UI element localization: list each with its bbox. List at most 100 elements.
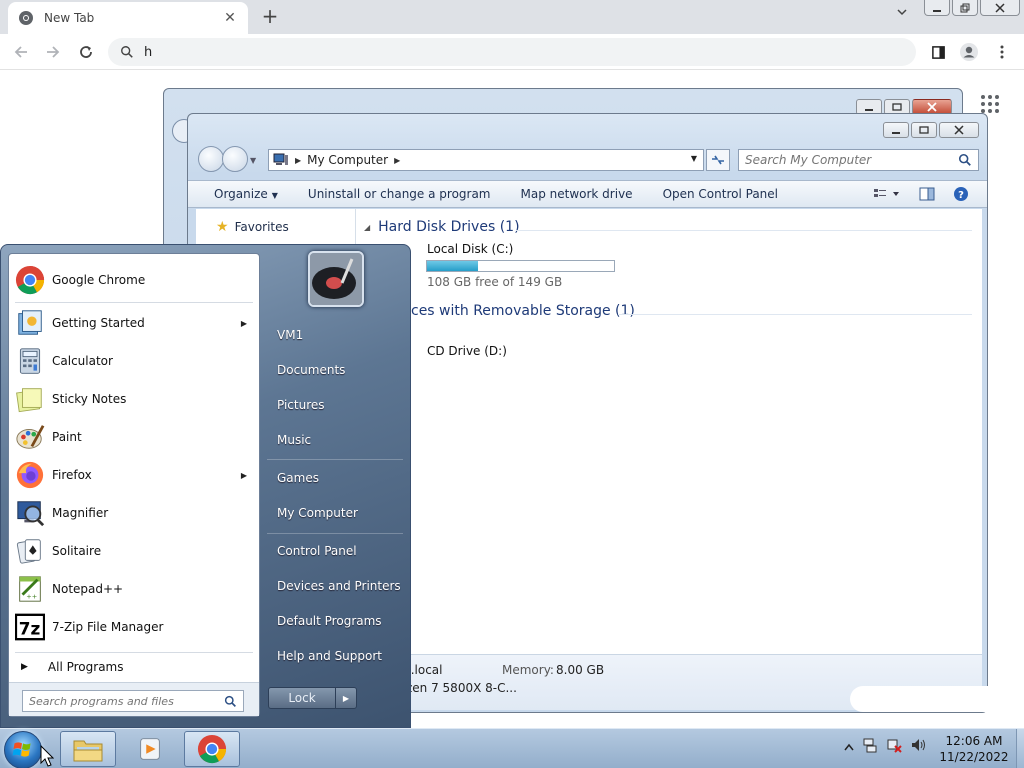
start-link-help-and-support[interactable]: Help and Support xyxy=(277,649,382,663)
profile-button[interactable] xyxy=(959,42,979,62)
tab-new-tab[interactable]: New Tab ✕ xyxy=(8,2,248,34)
all-programs-button[interactable]: ▶ All Programs xyxy=(21,660,124,674)
taskbar-clock[interactable]: 12:06 AM 11/22/2022 xyxy=(934,733,1014,765)
explorer-refresh-button[interactable] xyxy=(706,149,730,171)
start-link-devices-and-printers[interactable]: Devices and Printers xyxy=(277,579,401,593)
new-tab-button[interactable]: + xyxy=(258,4,282,28)
breadcrumb-my-computer[interactable]: My Computer xyxy=(307,153,388,167)
program-firefox[interactable]: Firefox ▶ xyxy=(9,457,259,493)
details-memory-label: Memory: xyxy=(502,663,554,677)
show-desktop-button[interactable] xyxy=(1016,729,1024,768)
user-picture[interactable] xyxy=(308,251,364,307)
program-7-zip[interactable]: 7z 7-Zip File Manager xyxy=(9,609,259,645)
program-getting-started[interactable]: Getting Started ▶ xyxy=(9,305,259,341)
close-button[interactable] xyxy=(980,0,1020,16)
kebab-menu-icon xyxy=(1000,45,1004,59)
group-header-hard-disk[interactable]: ◢ Hard Disk Drives (1) xyxy=(364,219,520,235)
help-icon: ? xyxy=(954,187,968,201)
chrome-icon xyxy=(197,734,227,764)
program-paint[interactable]: Paint xyxy=(9,419,259,455)
reload-button[interactable] xyxy=(75,42,97,62)
explorer-restore-button[interactable] xyxy=(911,122,937,138)
start-link-default-programs[interactable]: Default Programs xyxy=(277,614,382,628)
start-link-my-computer[interactable]: My Computer xyxy=(277,506,358,520)
details-memory-value: 8.00 GB xyxy=(556,663,605,677)
explorer-forward-button[interactable] xyxy=(222,146,248,172)
start-link-music[interactable]: Music xyxy=(277,433,311,447)
taskbar: 12:06 AM 11/22/2022 xyxy=(0,728,1024,768)
start-search-box[interactable] xyxy=(22,690,244,712)
submenu-arrow-icon: ▶ xyxy=(240,318,247,328)
change-view-button[interactable] xyxy=(873,187,901,204)
getting-started-icon xyxy=(14,307,46,339)
preview-pane-button[interactable] xyxy=(919,187,935,204)
explorer-search-input[interactable] xyxy=(745,153,958,167)
calculator-icon xyxy=(14,345,46,377)
start-search-input[interactable] xyxy=(29,694,224,708)
taskbar-explorer-button[interactable] xyxy=(60,731,116,767)
organize-button[interactable]: Organize ▼ xyxy=(214,187,278,201)
program-calculator[interactable]: Calculator xyxy=(9,343,259,379)
chrome-logo-icon xyxy=(19,11,33,25)
start-link-vm1[interactable]: VM1 xyxy=(277,328,303,342)
program-sticky-notes[interactable]: Sticky Notes xyxy=(9,381,259,417)
network-disconnected-icon[interactable] xyxy=(886,737,902,756)
group-header-removable[interactable]: ces with Removable Storage (1) xyxy=(411,303,635,319)
media-player-icon xyxy=(140,738,160,760)
restore-button[interactable] xyxy=(952,0,978,16)
side-panel-button[interactable] xyxy=(928,42,948,62)
google-apps-icon[interactable] xyxy=(981,95,999,113)
minimize-button[interactable] xyxy=(924,0,950,16)
explorer-back-button[interactable] xyxy=(198,146,224,172)
search-icon xyxy=(958,153,971,166)
cd-drive-d[interactable]: CD Drive (D:) xyxy=(427,344,507,358)
collapse-triangle-icon: ◢ xyxy=(364,222,371,232)
restore-icon xyxy=(919,126,929,134)
restore-icon xyxy=(960,3,970,12)
program-notepad-plus-plus[interactable]: ++ Notepad++ xyxy=(9,571,259,607)
svg-text:++: ++ xyxy=(26,592,37,600)
explorer-search-box[interactable] xyxy=(738,149,979,171)
background-pill xyxy=(850,686,1000,712)
local-disk-usage-fill xyxy=(427,261,479,271)
minimize-icon xyxy=(892,132,900,134)
help-button[interactable]: ? xyxy=(953,186,969,205)
volume-icon[interactable] xyxy=(910,737,926,756)
shutdown-options-arrow-icon[interactable]: ▶ xyxy=(335,687,357,709)
taskbar-chrome-button[interactable] xyxy=(184,731,240,767)
address-bar[interactable]: ▶ My Computer ▶ ▼ xyxy=(268,149,704,171)
breadcrumb-chevron-icon[interactable]: ▶ xyxy=(295,156,301,165)
start-button[interactable] xyxy=(4,731,42,768)
start-link-control-panel[interactable]: Control Panel xyxy=(277,544,357,558)
forward-button[interactable] xyxy=(42,42,64,62)
chrome-menu-button[interactable] xyxy=(992,42,1012,62)
windows-logo-icon xyxy=(12,742,31,757)
tab-search-chevron-icon[interactable] xyxy=(896,6,914,26)
start-link-documents[interactable]: Documents xyxy=(277,363,345,377)
refresh-icon xyxy=(712,155,724,165)
omnibox[interactable]: h xyxy=(108,38,916,66)
uninstall-program-button[interactable]: Uninstall or change a program xyxy=(308,187,491,201)
address-dropdown-icon[interactable]: ▼ xyxy=(691,154,697,163)
lock-button[interactable]: Lock xyxy=(268,687,336,709)
breadcrumb-chevron-icon[interactable]: ▶ xyxy=(394,156,400,165)
program-magnifier[interactable]: Magnifier xyxy=(9,495,259,531)
show-hidden-icons-icon[interactable] xyxy=(844,740,854,754)
notepad-plus-plus-icon: ++ xyxy=(14,573,46,605)
start-link-pictures[interactable]: Pictures xyxy=(277,398,325,412)
nav-item-favorites[interactable]: ★ Favorites xyxy=(216,219,289,235)
map-network-drive-button[interactable]: Map network drive xyxy=(521,187,633,201)
chrome-window-controls xyxy=(924,0,1020,16)
action-center-flag-icon[interactable] xyxy=(862,737,878,756)
tab-close-icon[interactable]: ✕ xyxy=(222,10,238,26)
local-disk-c[interactable]: Local Disk (C:) xyxy=(427,242,513,256)
start-link-games[interactable]: Games xyxy=(277,471,319,485)
explorer-close-button[interactable] xyxy=(939,122,979,138)
program-google-chrome[interactable]: Google Chrome xyxy=(9,262,259,298)
recent-pages-dropdown-icon[interactable]: ▼ xyxy=(250,156,256,172)
program-solitaire[interactable]: Solitaire xyxy=(9,533,259,569)
open-control-panel-button[interactable]: Open Control Panel xyxy=(663,187,778,201)
explorer-minimize-button[interactable] xyxy=(883,122,909,138)
taskbar-media-player-button[interactable] xyxy=(122,731,178,767)
back-button[interactable] xyxy=(10,42,32,62)
